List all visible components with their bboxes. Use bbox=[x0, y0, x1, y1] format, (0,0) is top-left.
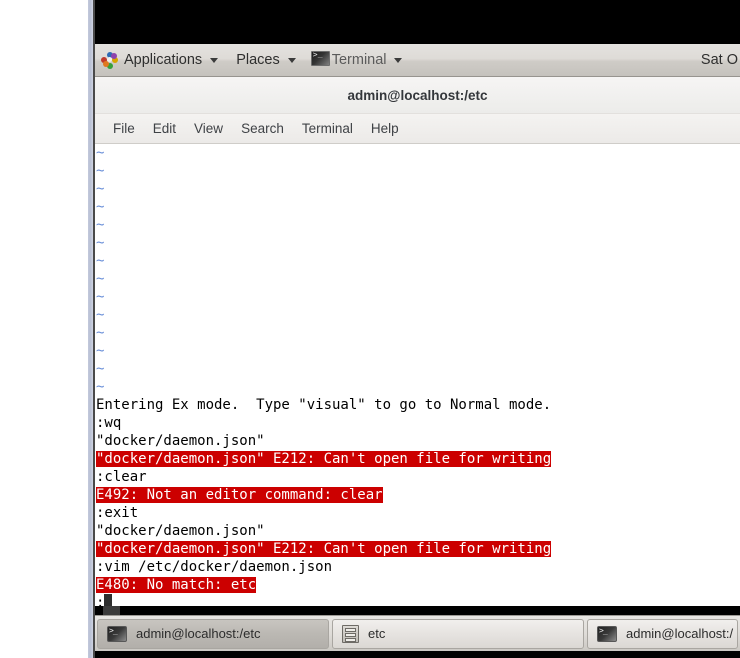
terminal-output-line: "docker/daemon.json" bbox=[96, 433, 265, 449]
menu-file[interactable]: File bbox=[105, 118, 143, 139]
menu-places-label: Places bbox=[236, 52, 280, 68]
terminal-error-line: E492: Not an editor command: clear bbox=[96, 486, 740, 504]
vim-empty-line-marker: ~ bbox=[96, 307, 105, 323]
panel-gap bbox=[95, 606, 740, 615]
file-cabinet-icon bbox=[342, 624, 359, 643]
terminal-output-line: :vim /etc/docker/daemon.json bbox=[96, 559, 333, 575]
left-white-gutter bbox=[0, 0, 88, 658]
top-black-strip bbox=[95, 0, 740, 44]
chevron-down-icon bbox=[287, 57, 296, 63]
window-list-panel: admin@localhost:/etc etc admin@localhost… bbox=[95, 615, 740, 651]
vim-empty-line-marker: ~ bbox=[96, 217, 105, 233]
terminal-title: admin@localhost:/etc bbox=[347, 87, 488, 103]
vim-empty-line-marker: ~ bbox=[96, 343, 105, 359]
error-highlight: "docker/daemon.json" E212: Can't open fi… bbox=[96, 541, 552, 557]
panel-gap-marker bbox=[103, 606, 120, 615]
vim-empty-line-marker: ~ bbox=[96, 289, 105, 305]
menu-view[interactable]: View bbox=[186, 118, 231, 139]
terminal-error-line: "docker/daemon.json" E212: Can't open fi… bbox=[96, 450, 740, 468]
terminal-output-line: Entering Ex mode. Type "visual" to go to… bbox=[96, 397, 552, 413]
chevron-down-icon bbox=[393, 57, 402, 63]
vim-empty-line-marker: ~ bbox=[96, 379, 105, 395]
terminal-output-line: :wq bbox=[96, 415, 122, 431]
vim-empty-line-marker: ~ bbox=[96, 325, 105, 341]
error-highlight: "docker/daemon.json" E212: Can't open fi… bbox=[96, 451, 552, 467]
fedora-pinwheel-icon bbox=[101, 51, 118, 69]
terminal-icon bbox=[310, 49, 330, 66]
error-highlight: E492: Not an editor command: clear bbox=[96, 487, 383, 503]
vim-empty-line-marker: ~ bbox=[96, 235, 105, 251]
menu-places[interactable]: Places bbox=[227, 44, 305, 76]
gnome-top-panel: Applications Places Terminal Sat O bbox=[95, 44, 740, 77]
vim-empty-line-marker: ~ bbox=[96, 145, 105, 161]
vim-empty-line-marker: ~ bbox=[96, 361, 105, 377]
terminal-error-line: E480: No match: etc bbox=[96, 576, 740, 594]
terminal-titlebar[interactable]: admin@localhost:/etc bbox=[95, 77, 740, 114]
menu-applications[interactable]: Applications bbox=[95, 44, 227, 76]
chevron-down-icon bbox=[210, 57, 219, 63]
menu-search[interactable]: Search bbox=[233, 118, 292, 139]
menu-applications-label: Applications bbox=[124, 52, 203, 68]
vim-empty-line-marker: ~ bbox=[96, 271, 105, 287]
menu-edit[interactable]: Edit bbox=[145, 118, 184, 139]
terminal-output-line: :exit bbox=[96, 505, 139, 521]
screen: Applications Places Terminal Sat O admin… bbox=[0, 0, 740, 658]
taskbar-item-file-manager-etc[interactable]: etc bbox=[332, 618, 584, 649]
terminal-text-area[interactable]: ~ ~ ~ ~ ~ ~ ~ ~ ~ ~ ~ ~ ~ ~ Entering Ex mode. Type "vi… bbox=[95, 144, 740, 612]
terminal-icon bbox=[107, 625, 127, 642]
terminal-window: admin@localhost:/etc File Edit View Sear… bbox=[95, 77, 740, 612]
taskbar-item-label: admin@localhost:/etc bbox=[136, 626, 261, 641]
vim-empty-line-marker: ~ bbox=[96, 253, 105, 269]
terminal-output-line: :clear bbox=[96, 469, 147, 485]
terminal-output-line: "docker/daemon.json" bbox=[96, 523, 265, 539]
terminal-menubar: File Edit View Search Terminal Help bbox=[95, 114, 740, 144]
panel-clock[interactable]: Sat O bbox=[701, 52, 740, 68]
taskbar-item-label: admin@localhost:/ bbox=[626, 626, 734, 641]
vim-empty-line-marker: ~ bbox=[96, 199, 105, 215]
error-highlight: E480: No match: etc bbox=[96, 577, 257, 593]
desktop: Applications Places Terminal Sat O admin… bbox=[95, 0, 740, 658]
taskbar-item-label: etc bbox=[368, 626, 386, 641]
menu-terminal[interactable]: Terminal bbox=[294, 118, 361, 139]
terminal-error-line: "docker/daemon.json" E212: Can't open fi… bbox=[96, 540, 740, 558]
panel-window-menu-terminal[interactable]: Terminal bbox=[305, 44, 411, 76]
taskbar-item-terminal-etc[interactable]: admin@localhost:/etc bbox=[97, 618, 329, 649]
vim-empty-line-marker: ~ bbox=[96, 181, 105, 197]
vim-empty-line-marker: ~ bbox=[96, 163, 105, 179]
menu-help[interactable]: Help bbox=[363, 118, 407, 139]
taskbar-item-terminal-root[interactable]: admin@localhost:/ bbox=[587, 618, 738, 649]
terminal-icon bbox=[597, 625, 617, 642]
bottom-black-strip bbox=[95, 651, 740, 658]
